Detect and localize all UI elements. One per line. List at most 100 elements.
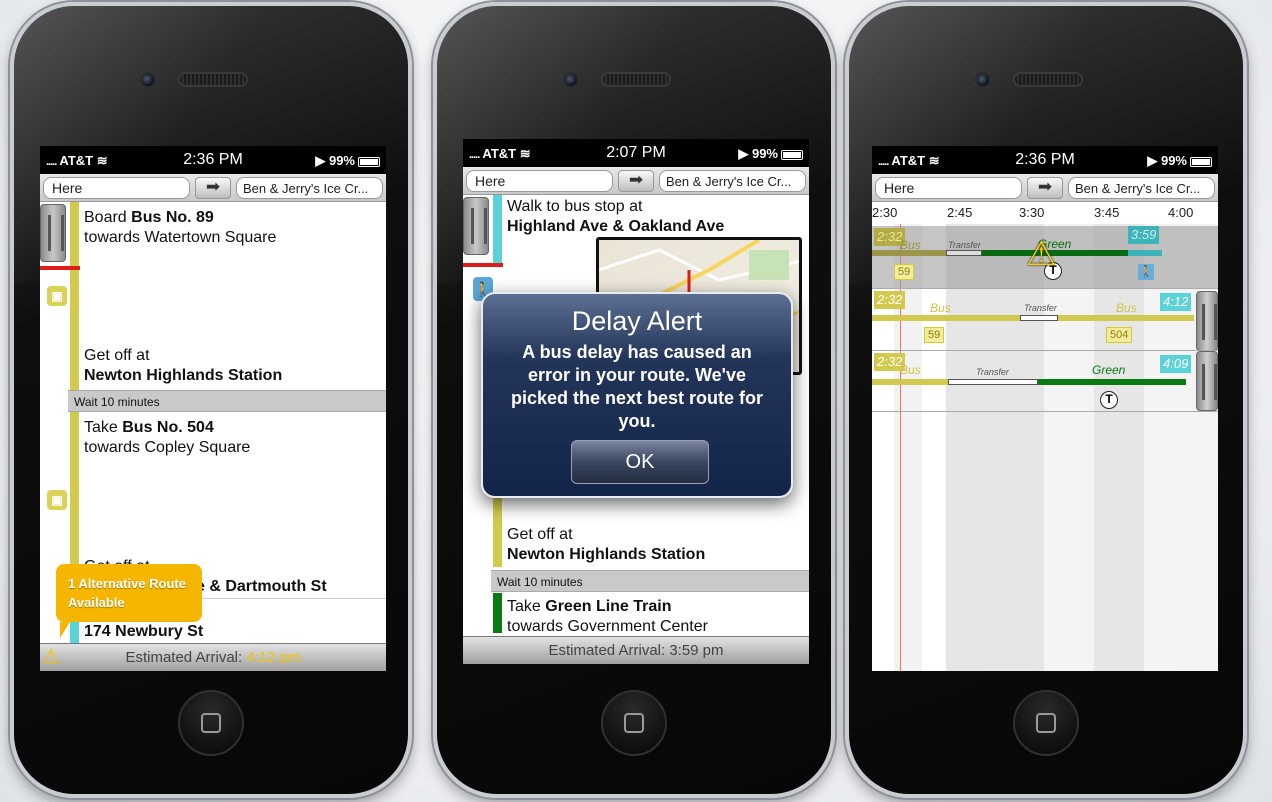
segment-label: Transfer xyxy=(948,240,981,250)
battery-icon xyxy=(1190,156,1212,167)
axis-tick: 2:45 xyxy=(947,205,973,220)
axis-tick: 4:00 xyxy=(1168,205,1194,220)
battery-label: 99% xyxy=(328,153,355,168)
location-icon: ▶ xyxy=(315,153,326,168)
step-board-bus: Board Bus No. 89 towards Watertown Squar… xyxy=(84,209,277,246)
status-bar: ..... AT&T ≋ 2:07 PM ▶ 99% xyxy=(463,139,809,167)
battery-label: 99% xyxy=(1160,153,1187,168)
home-button[interactable] xyxy=(178,690,244,756)
bus-segment xyxy=(872,250,946,256)
origin-field[interactable]: Here xyxy=(875,177,1022,199)
bus-route-line xyxy=(70,202,79,390)
drawer-handle[interactable] xyxy=(463,197,489,255)
home-square-icon xyxy=(201,713,221,733)
front-camera xyxy=(563,72,579,88)
route-drag-handle[interactable] xyxy=(1196,351,1218,411)
front-camera xyxy=(975,72,991,88)
route-search-bar: Here ➡ Ben & Jerry's Ice Cr... xyxy=(40,174,386,202)
step-walk: Walk to bus stop at Highland Ave & Oakla… xyxy=(507,198,725,235)
dialog-message: A bus delay has caused an error in your … xyxy=(510,342,764,431)
segment-label: Transfer xyxy=(976,367,1009,377)
phone-1: ..... AT&T ≋ 2:36 PM ▶ 99% Here ➡ Ben & … xyxy=(10,2,412,798)
step-get-off: Get off at Newton Highlands Station xyxy=(507,526,706,563)
origin-field[interactable]: Here xyxy=(466,170,613,192)
current-position-marker xyxy=(463,263,503,267)
swap-direction-button[interactable]: ➡ xyxy=(1027,177,1063,199)
route-option-2[interactable]: 2:32 Bus Transfer Bus 4:12 59 504 xyxy=(872,288,1218,351)
bus-segment-2 xyxy=(1058,315,1194,321)
swap-direction-button[interactable]: ➡ xyxy=(195,177,231,199)
arrival-label: Estimated Arrival: xyxy=(125,649,247,666)
origin-field[interactable]: Here xyxy=(43,177,190,199)
battery-icon xyxy=(781,149,803,160)
arrival-bar: Estimated Arrival: 3:59 pm xyxy=(463,636,809,664)
screen-1: ..... AT&T ≋ 2:36 PM ▶ 99% Here ➡ Ben & … xyxy=(40,146,386,671)
end-badge: 3:59 xyxy=(1128,226,1160,244)
transfer-segment xyxy=(948,379,1038,385)
earpiece-speaker xyxy=(178,72,248,87)
route-drag-handle[interactable] xyxy=(1196,291,1218,351)
destination-field[interactable]: Ben & Jerry's Ice Cr... xyxy=(236,177,383,199)
transfer-segment xyxy=(946,250,982,256)
segment-label: Transfer xyxy=(1024,303,1057,313)
drawer-handle[interactable] xyxy=(40,204,66,262)
step-take-bus: Take Bus No. 504 towards Copley Square xyxy=(84,419,251,456)
axis-tick: 3:30 xyxy=(1019,205,1045,220)
destination-field[interactable]: Ben & Jerry's Ice Cr... xyxy=(1068,177,1215,199)
bus-segment xyxy=(872,379,948,385)
arrow-right-icon: ➡ xyxy=(1037,177,1053,196)
green-line-route xyxy=(493,593,502,633)
end-badge: 4:09 xyxy=(1160,355,1192,373)
destination-field[interactable]: Ben & Jerry's Ice Cr... xyxy=(659,170,806,192)
segment-label: Bus xyxy=(900,363,921,377)
status-bar: ..... AT&T ≋ 2:36 PM ▶ 99% xyxy=(40,146,386,174)
home-button[interactable] xyxy=(601,690,667,756)
delay-alert-dialog: Delay Alert A bus delay has caused an er… xyxy=(481,292,793,498)
end-badge: 4:12 xyxy=(1160,293,1192,311)
phone-2: ..... AT&T ≋ 2:07 PM ▶ 99% Here ➡ Ben & … xyxy=(433,2,835,798)
current-position-marker xyxy=(40,266,80,270)
swap-direction-button[interactable]: ➡ xyxy=(618,170,654,192)
dialog-title: Delay Alert xyxy=(571,306,703,336)
arrival-bar: ⚠ Estimated Arrival: 4:12 pm xyxy=(40,643,386,671)
bus-icon: ▣ xyxy=(47,286,67,306)
segment-label: Green xyxy=(1092,363,1126,377)
step-take-train: Take Green Line Train towards Government… xyxy=(507,598,708,635)
bus-segment xyxy=(872,315,1020,321)
warning-icon[interactable]: ⚠ xyxy=(42,644,60,671)
screen-2: ..... AT&T ≋ 2:07 PM ▶ 99% Here ➡ Ben & … xyxy=(463,139,809,664)
axis-tick: 2:30 xyxy=(872,205,898,220)
route-search-bar: Here ➡ Ben & Jerry's Ice Cr... xyxy=(463,167,809,195)
route-search-bar: Here ➡ Ben & Jerry's Ice Cr... xyxy=(872,174,1218,202)
battery-icon xyxy=(358,156,380,167)
screen-3: ..... AT&T ≋ 2:36 PM ▶ 99% Here ➡ Ben & … xyxy=(872,146,1218,671)
green-segment xyxy=(1038,379,1186,385)
location-icon: ▶ xyxy=(738,146,749,161)
route-option-1[interactable]: 2:32 Bus Transfer Green 3:59 59 T ⚠ 🚶 xyxy=(872,226,1218,288)
segment-label: Bus xyxy=(930,301,951,315)
route-option-3[interactable]: 2:32 Bus Transfer Green 4:09 T xyxy=(872,350,1218,412)
ok-button[interactable]: OK xyxy=(571,440,709,484)
bus-number-icon: 59 xyxy=(924,327,945,343)
alternative-route-tooltip[interactable]: 1 Alternative Route Available xyxy=(56,564,202,638)
step-get-off: Get off at Newton Highlands Station xyxy=(84,347,283,384)
arrow-right-icon: ➡ xyxy=(205,177,221,196)
walk-segment xyxy=(1128,250,1162,256)
start-badge: 2:32 xyxy=(874,291,906,309)
axis-tick: 3:45 xyxy=(1094,205,1120,220)
location-icon: ▶ xyxy=(1147,153,1158,168)
home-square-icon xyxy=(1036,713,1056,733)
wait-bar: Wait 10 minutes xyxy=(491,570,809,592)
transfer-segment xyxy=(1020,315,1058,321)
time-axis: 2:30 2:45 3:30 3:45 4:00 xyxy=(872,202,1218,224)
walk-route-line xyxy=(493,195,502,265)
segment-label: Bus xyxy=(1116,301,1137,315)
arrival-time: 4:12 pm xyxy=(246,649,301,666)
home-button[interactable] xyxy=(1013,690,1079,756)
home-square-icon xyxy=(624,713,644,733)
warning-icon[interactable]: ⚠ xyxy=(1026,234,1056,274)
bus-icon-2: ▣ xyxy=(47,490,67,510)
wait-bar: Wait 10 minutes xyxy=(68,390,386,412)
phone-3: ..... AT&T ≋ 2:36 PM ▶ 99% Here ➡ Ben & … xyxy=(845,2,1247,798)
status-bar: ..... AT&T ≋ 2:36 PM ▶ 99% xyxy=(872,146,1218,174)
